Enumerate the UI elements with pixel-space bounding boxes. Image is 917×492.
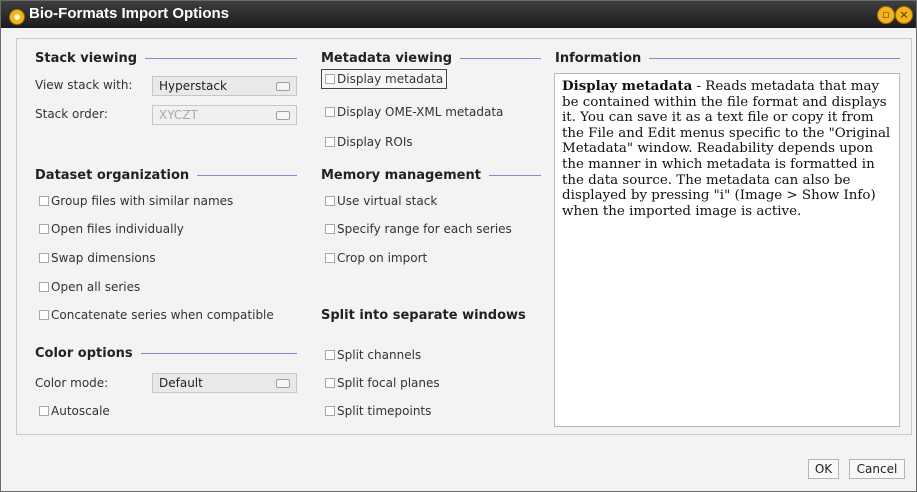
information-text: Display metadata - Reads metadata that m… <box>554 73 900 427</box>
autoscale-checkbox[interactable]: Autoscale <box>39 404 110 418</box>
open-individually-checkbox[interactable]: Open files individually <box>39 222 184 236</box>
specify-range-checkbox[interactable]: Specify range for each series <box>325 222 512 236</box>
checkbox-icon <box>325 137 335 147</box>
checkbox-icon <box>39 282 49 292</box>
checkbox-icon <box>325 350 335 360</box>
dropdown-icon <box>276 111 290 120</box>
stack-order-label: Stack order: <box>35 107 108 121</box>
checkbox-icon <box>325 196 335 206</box>
checkbox-icon <box>325 378 335 388</box>
checkbox-icon <box>39 253 49 263</box>
color-options-heading: Color options <box>35 346 297 361</box>
stack-viewing-heading: Stack viewing <box>35 51 297 66</box>
information-title: Display metadata <box>562 78 693 94</box>
memory-management-heading: Memory management <box>321 168 541 183</box>
crop-on-import-checkbox[interactable]: Crop on import <box>325 251 427 265</box>
concatenate-checkbox[interactable]: Concatenate series when compatible <box>39 308 274 322</box>
window-title: Bio-Formats Import Options <box>29 5 229 22</box>
bio-formats-dialog: Bio-Formats Import Options ▫ × Stack vie… <box>0 0 917 492</box>
ok-button[interactable]: OK <box>808 459 839 479</box>
information-heading: Information <box>555 51 900 66</box>
checkbox-icon <box>325 107 335 117</box>
close-button[interactable]: × <box>895 6 913 24</box>
title-bar[interactable]: Bio-Formats Import Options ▫ × <box>1 1 916 28</box>
display-ome-xml-checkbox[interactable]: Display OME-XML metadata <box>325 105 503 119</box>
group-files-checkbox[interactable]: Group files with similar names <box>39 194 233 208</box>
checkbox-icon <box>39 310 49 320</box>
virtual-stack-checkbox[interactable]: Use virtual stack <box>325 194 437 208</box>
view-stack-label: View stack with: <box>35 78 133 92</box>
dataset-organization-heading: Dataset organization <box>35 168 297 183</box>
swap-dimensions-checkbox[interactable]: Swap dimensions <box>39 251 156 265</box>
information-body: - Reads metadata that may be contained w… <box>562 79 891 219</box>
split-focal-planes-checkbox[interactable]: Split focal planes <box>325 376 440 390</box>
checkbox-icon <box>325 74 335 84</box>
app-icon <box>9 9 25 25</box>
split-timepoints-checkbox[interactable]: Split timepoints <box>325 404 431 418</box>
checkbox-icon <box>325 253 335 263</box>
stack-order-select[interactable]: XYCZT <box>152 105 297 125</box>
checkbox-icon <box>325 406 335 416</box>
display-rois-checkbox[interactable]: Display ROIs <box>325 135 413 149</box>
checkbox-icon <box>325 224 335 234</box>
color-mode-select[interactable]: Default <box>152 373 297 393</box>
view-stack-select[interactable]: Hyperstack <box>152 76 297 96</box>
color-mode-label: Color mode: <box>35 376 109 390</box>
checkbox-icon <box>39 224 49 234</box>
split-channels-checkbox[interactable]: Split channels <box>325 348 421 362</box>
checkbox-icon <box>39 406 49 416</box>
dropdown-icon <box>276 82 290 91</box>
metadata-viewing-heading: Metadata viewing <box>321 51 541 66</box>
split-windows-heading: Split into separate windows <box>321 308 526 323</box>
display-metadata-checkbox[interactable]: Display metadata <box>321 69 448 89</box>
minimize-button[interactable]: ▫ <box>877 6 895 24</box>
open-all-series-checkbox[interactable]: Open all series <box>39 280 140 294</box>
dropdown-icon <box>276 379 290 388</box>
checkbox-icon <box>39 196 49 206</box>
cancel-button[interactable]: Cancel <box>849 459 905 479</box>
